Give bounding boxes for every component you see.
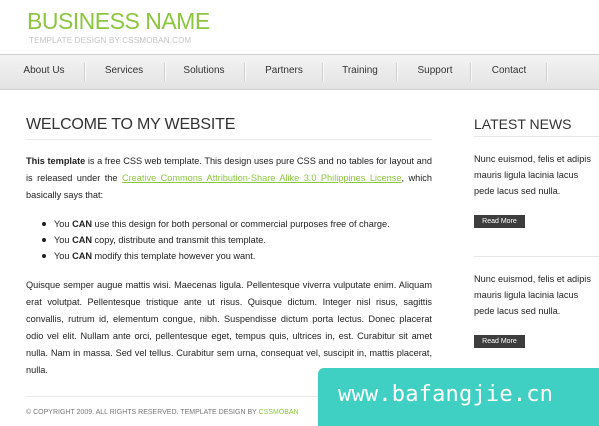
title-divider [26,139,432,140]
list-item-text: modify this template however you want. [91,251,256,261]
lorem-paragraph: Quisque semper augue mattis wisi. Maecen… [26,280,432,375]
news-item-line: Nunc euismod, felis et adipis [474,274,591,284]
list-item-strong: CAN [72,251,92,261]
news-item-line: mauris ligula lacinia lacus [474,290,579,300]
nav-about-us[interactable]: About Us [8,55,80,89]
page-title: WELCOME TO MY WEBSITE [26,116,236,133]
news-item-line: pede lacus sed nulla. [474,306,561,316]
list-item-text: You [54,219,73,229]
sidebar-title: LATEST NEWS [474,116,572,132]
sidebar-divider [474,136,599,137]
nav-partners[interactable]: Partners [246,55,322,89]
news-item-line: mauris ligula lacinia lacus [474,170,579,180]
list-item-text: copy, distribute and transmit this templ… [91,235,266,245]
news-item-line: Nunc euismod, felis et adipis [474,154,591,164]
list-item: You CAN copy, distribute and transmit th… [40,232,430,248]
read-more-button[interactable]: Read More [474,335,525,348]
nav-support[interactable]: Support [398,55,472,89]
list-item-strong: CAN [72,219,92,229]
footer: © COPYRIGHT 2009. ALL RIGHTS RESERVED. T… [26,409,299,416]
nav-solutions[interactable]: Solutions [166,55,242,89]
nav-contact[interactable]: Contact [472,55,546,89]
list-item: You CAN modify this template however you… [40,248,430,264]
header: BUSINESS NAME TEMPLATE DESIGN BY CSSMOBA… [0,0,599,54]
nav-divider [546,63,548,81]
sidebar-divider [474,256,599,257]
copyright-text: © COPYRIGHT 2009. ALL RIGHTS RESERVED. T… [26,409,259,416]
list-item-text: You [54,251,73,261]
intro-paragraph: This template is a free CSS web template… [26,153,432,204]
list-item-text: use this design for both personal or com… [91,219,390,229]
intro-strong: This template [26,156,86,166]
tagline: TEMPLATE DESIGN BY CSSMOBAN.COM [29,36,192,45]
license-link[interactable]: Creative Commons Attribution-Share Alike… [122,173,402,183]
watermark-badge: www.bafangjie.cn [318,368,599,426]
nav-training[interactable]: Training [324,55,396,89]
read-more-button[interactable]: Read More [474,215,525,228]
permissions-list: You CAN use this design for both persona… [40,216,430,264]
watermark-text: www.bafangjie.cn [338,382,554,407]
main-nav: About Us Services Solutions Partners Tra… [0,54,599,90]
list-item: You CAN use this design for both persona… [40,216,430,232]
news-item-line: pede lacus sed nulla. [474,186,561,196]
nav-services[interactable]: Services [86,55,162,89]
brand-logo[interactable]: BUSINESS NAME [27,8,210,35]
list-item-text: You [54,235,73,245]
list-item-strong: CAN [72,235,92,245]
footer-link[interactable]: CSSMOBAN [259,409,299,416]
